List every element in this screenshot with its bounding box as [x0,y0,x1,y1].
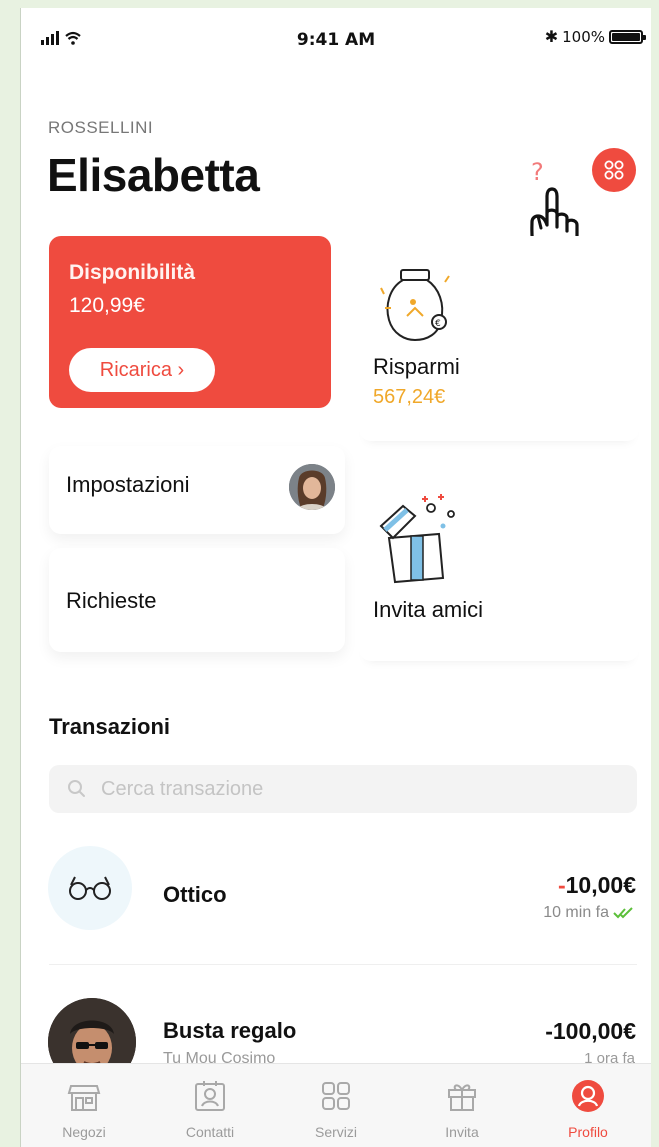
search-input[interactable] [101,765,601,813]
transaction-amount: -100,00€ [545,1018,636,1045]
gift-icon [448,1084,476,1111]
savings-jar-icon: € [380,269,450,342]
transaction-name: Busta regalo [163,1018,297,1043]
tab-label: Contatti [185,1124,235,1140]
transaction-amount: -10,00€ [558,872,636,899]
search-icon [68,780,85,797]
tab-label: Profilo [568,1124,608,1140]
battery-group: ✱ 100% [544,27,646,46]
transaction-time-text: 10 min fa [543,904,609,921]
requests-label: Richieste [66,588,157,613]
store-icon [67,1085,101,1111]
status-bar: 9:41 AM ✱ 100% [21,8,651,68]
requests-card[interactable]: Richieste [49,548,345,652]
double-check-icon [613,907,633,919]
recharge-button[interactable]: Ricarica › [69,348,215,392]
tab-label: Negozi [62,1124,106,1140]
invite-label: Invita amici [373,597,484,622]
availability-amount: 120,99€ [69,294,145,317]
bluetooth-icon: ✱ [544,27,559,46]
search-bar[interactable] [49,765,637,813]
amount-sign: - [557,872,566,898]
avatar [289,464,335,510]
amount-sign: - [545,1018,553,1044]
tab-bar: Negozi Contatti Servizi Invita Profilo [21,1063,651,1147]
savings-amount: 567,24€ [373,386,446,408]
battery-icon [609,29,646,44]
savings-label: Risparmi [373,354,460,379]
battery-percent: 100% [562,27,605,46]
contacts-icon [195,1081,225,1111]
apps-menu-button[interactable] [592,148,636,192]
gift-box-icon [379,494,455,584]
settings-card[interactable]: Impostazioni [49,446,345,534]
profile-icon [572,1080,604,1112]
tab-label: Servizi [314,1124,357,1140]
services-icon [322,1082,350,1110]
tab-negozi[interactable]: Negozi [21,1064,147,1147]
settings-label: Impostazioni [66,472,190,497]
amount-value: 10,00€ [565,872,636,898]
svg-text:€: € [435,319,441,329]
phone-screen: 9:41 AM ✱ 100% ROSSELLINI Elisabetta ? D… [20,8,651,1147]
glasses-icon [48,846,132,930]
transaction-name: Ottico [163,882,227,907]
divider [49,964,637,965]
availability-card[interactable]: Disponibilità 120,99€ Ricarica › [49,236,331,408]
tab-contatti[interactable]: Contatti [147,1064,273,1147]
availability-label: Disponibilità [69,261,195,284]
grid-icon [604,160,624,180]
help-icon[interactable]: ? [531,158,544,186]
transactions-title: Transazioni [49,714,171,739]
transaction-time: 10 min fa [543,904,635,922]
tab-invita[interactable]: Invita [399,1064,525,1147]
invite-card[interactable]: Invita amici [359,471,639,661]
tab-label: Invita [445,1124,479,1140]
profile-surname: ROSSELLINI [48,118,154,137]
profile-name: Elisabetta [47,149,260,201]
tab-servizi[interactable]: Servizi [273,1064,399,1147]
tab-profilo[interactable]: Profilo [525,1064,651,1147]
transaction-row[interactable]: Ottico -10,00€ 10 min fa [21,846,651,965]
savings-card[interactable]: € Risparmi 567,24€ [359,236,639,441]
amount-value: 100,00€ [552,1018,636,1044]
